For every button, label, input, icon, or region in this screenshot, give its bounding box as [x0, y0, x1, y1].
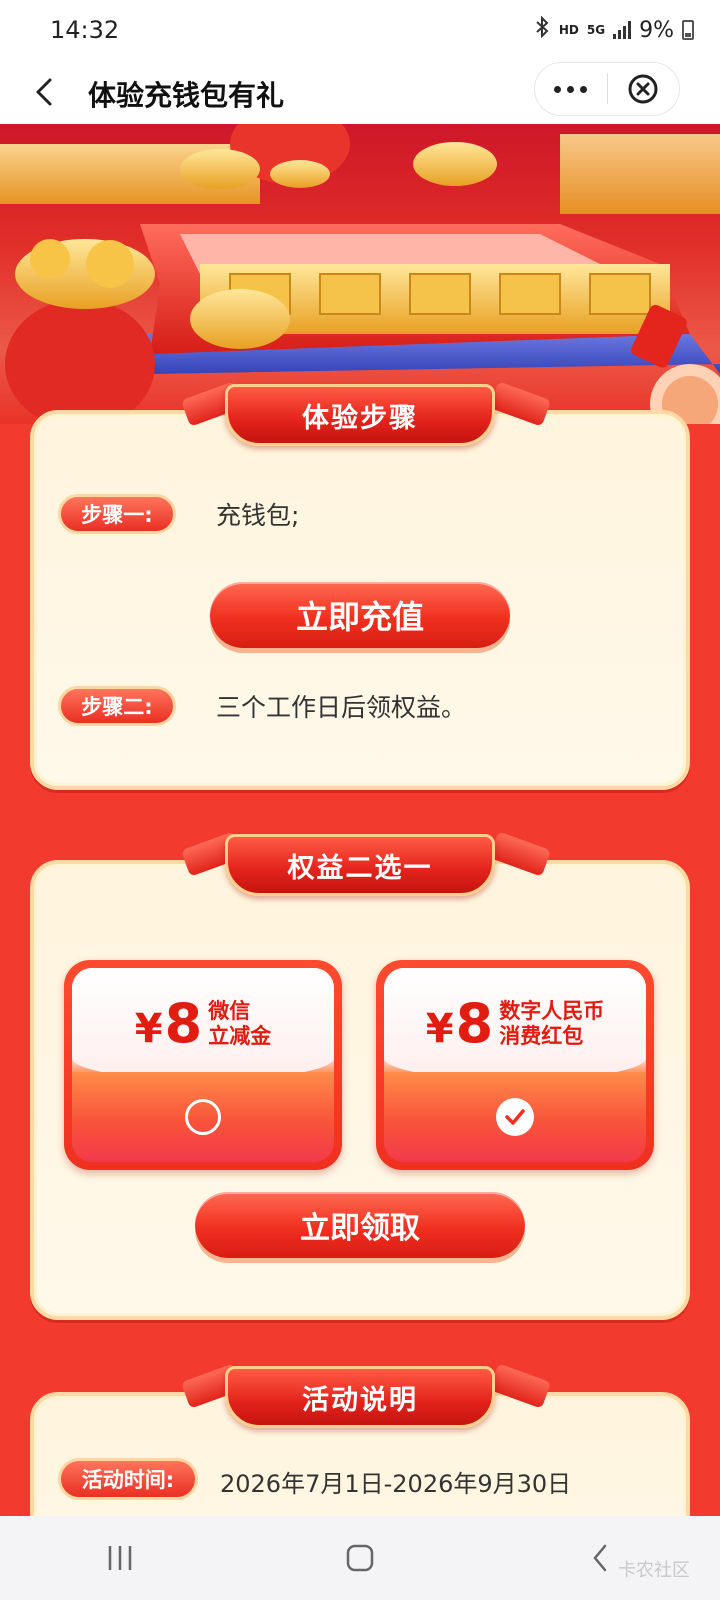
digital-rmb-option[interactable]: ¥ 8 数字人民币 消费红包	[376, 960, 654, 1170]
option-amount: ¥ 8	[135, 997, 202, 1051]
close-icon[interactable]	[608, 62, 680, 116]
benefits-card-title: 权益二选一	[225, 834, 495, 896]
wechat-discount-option[interactable]: ¥ 8 微信 立减金	[64, 960, 342, 1170]
step-two-text: 三个工作日后领权益。	[216, 693, 467, 722]
option-select-area	[72, 1072, 334, 1162]
activity-time-value: 2026年7月1日-2026年9月30日	[220, 1470, 572, 1498]
step-one-text: 充钱包;	[216, 501, 300, 530]
system-navigation-bar: 卡农社区	[0, 1516, 720, 1600]
steps-card: 体验步骤 步骤一: 充钱包; 立即充值 步骤二: 三个工作日后领权益。	[30, 381, 690, 790]
recharge-now-button[interactable]: 立即充值	[210, 582, 510, 648]
activity-time-label: 活动时间:	[58, 1458, 198, 1500]
back-arrow-icon[interactable]	[24, 72, 64, 112]
step-two-label: 步骤二:	[58, 686, 176, 726]
ribbon-decoration-right	[488, 831, 552, 877]
steps-card-title: 体验步骤	[225, 384, 495, 446]
battery-icon	[682, 20, 694, 40]
option-description: 数字人民币 消费红包	[499, 999, 604, 1049]
currency-symbol: ¥	[425, 1006, 454, 1052]
option-select-area	[384, 1072, 646, 1162]
battery-percent: 9%	[639, 17, 674, 43]
option-desc-line1: 微信	[208, 998, 251, 1023]
more-options-icon[interactable]	[535, 62, 607, 116]
watermark-text: 卡农社区	[618, 1560, 690, 1581]
status-time: 14:32	[50, 16, 120, 44]
option-value-area: ¥ 8 数字人民币 消费红包	[384, 968, 646, 1080]
check-icon[interactable]	[496, 1098, 534, 1136]
option-amount: ¥ 8	[426, 997, 493, 1051]
festive-illustration	[0, 124, 720, 424]
benefits-card: 权益二选一 ¥ 8 微信 立减金 ¥ 8 数字人民币 消费红包 立即领取	[30, 831, 690, 1320]
hero-banner	[0, 124, 720, 424]
recent-apps-icon[interactable]	[90, 1528, 150, 1588]
page-title: 体验充钱包有礼	[88, 79, 285, 112]
amount-value: 8	[164, 992, 203, 1055]
network-5g-label: 5G	[586, 23, 606, 37]
claim-now-button[interactable]: 立即领取	[195, 1192, 525, 1258]
ribbon-decoration-right	[488, 1363, 552, 1409]
navigation-bar: 体验充钱包有礼	[0, 60, 720, 124]
option-description: 微信 立减金	[208, 999, 271, 1049]
status-bar: 14:32 HD 5G 9%	[0, 0, 720, 60]
radio-unselected-icon[interactable]	[185, 1099, 221, 1135]
option-desc-line2: 消费红包	[499, 1024, 584, 1048]
option-inner: ¥ 8 微信 立减金	[72, 968, 334, 1162]
status-icons: HD 5G 9%	[533, 15, 694, 44]
activity-card-title: 活动说明	[225, 1366, 495, 1428]
option-value-area: ¥ 8 微信 立减金	[72, 968, 334, 1080]
signal-icon	[613, 21, 632, 39]
step-one-label: 步骤一:	[58, 494, 176, 534]
step-two-row: 步骤二: 三个工作日后领权益。	[58, 686, 466, 726]
step-one-row: 步骤一: 充钱包;	[58, 494, 299, 534]
option-inner: ¥ 8 数字人民币 消费红包	[384, 968, 646, 1162]
option-desc-line2: 立减金	[208, 1024, 272, 1048]
home-icon[interactable]	[330, 1528, 390, 1588]
network-hd-label: HD	[558, 23, 579, 37]
currency-symbol: ¥	[134, 1006, 163, 1052]
bluetooth-icon	[533, 15, 551, 44]
mini-program-capsule	[534, 62, 680, 116]
amount-value: 8	[455, 992, 494, 1055]
option-desc-line1: 数字人民币	[499, 998, 605, 1023]
